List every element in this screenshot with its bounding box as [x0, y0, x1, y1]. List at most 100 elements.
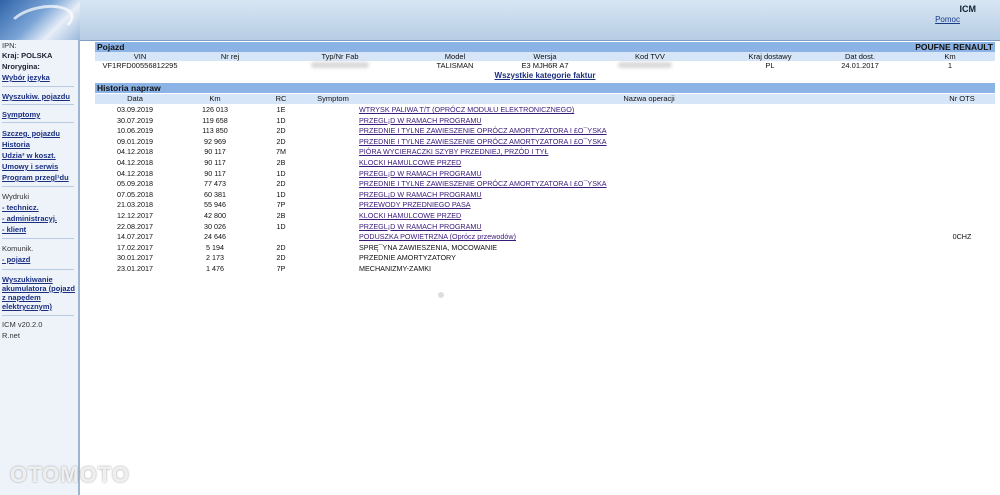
km-value: 1 [947, 61, 953, 70]
row-date: 17.02.2017 [117, 242, 153, 252]
row-km: 60 381 [204, 189, 226, 199]
history-section-header: Historia napraw [95, 83, 995, 93]
row-date: 30.07.2019 [117, 115, 153, 125]
row-date: 10.06.2019 [117, 126, 153, 136]
wersja-value: E3 MJH6R A7 [521, 61, 569, 70]
vehicle-section-header: Pojazd POUFNE RENAULT [95, 42, 995, 52]
sidebar-item-battery-search-line3[interactable]: z napędem [2, 293, 41, 302]
row-operation-link[interactable]: KLOCKI HAMULCOWE PRZED [359, 158, 461, 169]
sidebar-item-language[interactable]: Wybór języka [2, 73, 50, 82]
col-typ: Typ/Nr Fab [321, 52, 359, 61]
loading-dot [438, 292, 444, 298]
row-rc: 2B [276, 210, 286, 220]
confidential-label: POUFNE RENAULT [915, 42, 993, 52]
row-km: 90 117 [204, 157, 226, 167]
row-km: 119 658 [202, 115, 228, 125]
row-operation-link[interactable]: PIÓRA WYCIERACZKI SZYBY PRZEDNIEJ, PRZÓD… [359, 147, 548, 158]
row-km: 126 013 [202, 105, 228, 114]
table-row: 14.07.2017 24 646 PODUSZKA POWIETRZNA (Opr… [95, 232, 995, 243]
data-value: 24.01.2017 [841, 61, 879, 70]
nroryg-label: Nroryginа: [2, 62, 40, 71]
sidebar-item-symptoms[interactable]: Symptomy [2, 110, 40, 119]
row-rc: 1E [276, 105, 286, 114]
top-banner: ICM Pomoc [0, 0, 1000, 45]
row-date: 12.12.2017 [117, 210, 153, 220]
sidebar-item-history[interactable]: Historia [2, 140, 30, 149]
row-rc: 2D [276, 242, 286, 252]
row-operation-link[interactable]: PRZEDNIE I TYLNE ZAWIESZENIE OPRÓCZ AMOR… [359, 179, 607, 190]
divider [2, 238, 74, 239]
col-operation: Nazwa operacji [623, 94, 675, 103]
row-rc: 1D [276, 189, 286, 199]
table-row: 04.12.2018 90 117 1D PRZEGL¡D W RAMACH PROG… [95, 169, 995, 180]
row-km: 24 646 [204, 232, 226, 242]
kod-tvv-redacted [610, 61, 680, 70]
history-table-header: Data Km RC Symptom Nazwa operacji Nr OTS [95, 94, 995, 104]
vehicle-table-header: VIN Nr rej Typ/Nr Fab Model Wersja Kod T… [95, 52, 995, 61]
sidebar-item-battery-search-line4[interactable]: elektrycznym) [2, 302, 52, 311]
table-row: 17.02.2017 5 194 2D SPRĘ¯YNA ZAWIESZENIA, M… [95, 243, 995, 254]
row-operation-link[interactable]: PODUSZKA POWIETRZNA (Oprócz przewodów) [359, 232, 516, 243]
col-vin: VIN [133, 52, 147, 61]
history-section-title: Historia napraw [97, 83, 161, 93]
sidebar-item-cost-share[interactable]: Udzia³ w koszt. [2, 151, 56, 160]
icm-logo-icon [0, 0, 80, 45]
row-rc: 2D [276, 179, 286, 189]
row-date: 04.12.2018 [117, 157, 153, 167]
row-operation-link[interactable]: PRZEDNIE I TYLNE ZAWIESZENIE OPRÓCZ AMOR… [359, 137, 607, 148]
sidebar-item-contracts[interactable]: Umowy i serwis [2, 162, 58, 171]
sidebar-item-vehicle-detail[interactable]: Szczeg. pojazdu [2, 129, 60, 138]
row-operation-link[interactable]: WTRYSK PALIWA T/T (OPRÓCZ MODUŁU ELEKTRO… [359, 105, 574, 116]
col-ots: Nr OTS [949, 94, 975, 103]
row-operation-link[interactable]: PRZEGL¡D W RAMACH PROGRAMU [359, 169, 482, 180]
help-link[interactable]: Pomoc [935, 15, 960, 24]
row-km: 55 946 [204, 200, 226, 210]
col-kod-tvv: Kod TVV [635, 52, 665, 61]
sidebar-item-print-tech[interactable]: - technicz. [2, 203, 39, 212]
row-ots: 0CHZ [952, 232, 972, 242]
row-operation-link[interactable]: PRZEDNIE I TYLNE ZAWIESZENIE OPRÓCZ AMOR… [359, 126, 607, 137]
col-data: Dat dost. [844, 52, 875, 61]
row-rc: 2D [276, 126, 286, 136]
col-wersja: Wersja [533, 52, 557, 61]
row-date: 23.01.2017 [117, 263, 153, 273]
row-km: 30 026 [204, 221, 226, 231]
country-label: Kraj: POLSKA [2, 51, 53, 60]
col-rc: RC [275, 94, 287, 103]
table-row: 03.09.2019 126 013 1E WTRYSK PALIWA T/T (OP… [95, 105, 995, 116]
row-km: 5 194 [206, 242, 224, 252]
table-row: 12.12.2017 42 800 2B KLOCKI HAMULCOWE PRZED [95, 211, 995, 222]
row-rc: 1D [276, 168, 286, 178]
row-operation-link[interactable]: PRZEGL¡D W RAMACH PROGRAMU [359, 190, 482, 201]
row-operation-link[interactable]: PRZEGL¡D W RAMACH PROGRAMU [359, 222, 482, 233]
watermark: OTOMOTO [10, 462, 130, 487]
row-date: 04.12.2018 [117, 147, 153, 157]
col-date: Data [127, 94, 143, 103]
table-row: 30.01.2017 2 173 2D PRZEDNIE AMORTYZATORY [95, 253, 995, 264]
sidebar-item-print-client[interactable]: - klient [2, 225, 26, 234]
row-operation-link[interactable]: PRZEWODY PRZEDNIEGO PASA [359, 200, 471, 211]
row-km: 113 850 [202, 126, 228, 136]
row-rc: 7P [276, 263, 286, 273]
sidebar-item-program[interactable]: Program przegl¹du [2, 173, 69, 182]
rnet-label: R.net [2, 331, 20, 340]
table-row: 09.01.2019 92 969 2D PRZEDNIE I TYLNE ZAWIE… [95, 137, 995, 148]
table-row: 10.06.2019 113 850 2D PRZEDNIE I TYLNE ZAWI… [95, 126, 995, 137]
row-date: 22.08.2017 [117, 221, 153, 231]
row-km: 1 476 [206, 263, 224, 273]
row-date: 05.09.2018 [117, 179, 153, 189]
col-symptom: Symptom [317, 94, 349, 103]
row-date: 07.05.2018 [117, 189, 153, 199]
sidebar-item-search-vehicle[interactable]: Wyszukiw. pojazdu [2, 92, 70, 101]
all-invoice-categories-link[interactable]: Wszystkie kategorie faktur [95, 71, 995, 80]
row-operation-link[interactable]: PRZEGL¡D W RAMACH PROGRAMU [359, 116, 482, 127]
row-operation-link[interactable]: KLOCKI HAMULCOWE PRZED [359, 211, 461, 222]
sidebar-item-comm-vehicle[interactable]: - pojazd [2, 255, 30, 264]
ipn-label: IPN: [2, 41, 17, 50]
sidebar-item-battery-search[interactable]: Wyszukiwanie [2, 275, 53, 284]
sidebar-item-print-admin[interactable]: - administracyj. [2, 214, 57, 223]
divider [2, 269, 74, 270]
history-rows: 03.09.2019 126 013 1E WTRYSK PALIWA T/T (OP… [95, 105, 995, 275]
sidebar-item-battery-search-line2[interactable]: akumulatora (pojazd [2, 284, 75, 293]
row-km: 92 969 [204, 136, 226, 146]
